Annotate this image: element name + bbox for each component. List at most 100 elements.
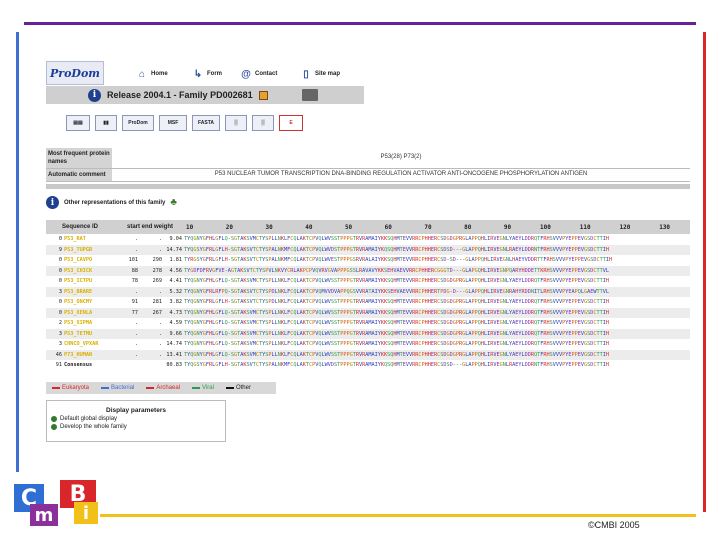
- legend-swatch: [101, 387, 110, 389]
- sequence-id[interactable]: P73_HUMAN: [62, 352, 114, 358]
- sequence-residues: TYQGNYGFHLGFLQ-SGTAKSVMCTYSPLLNKLFCQLAKT…: [184, 309, 609, 316]
- nav-contact[interactable]: @ Contact: [240, 68, 277, 80]
- sequence-id[interactable]: P53_CAVPO: [62, 257, 114, 263]
- alignment-row[interactable]: 46 P73_HUMAN.. 13.41 TYQGNYGFHLGFLQ-SGTAKSV…: [46, 349, 690, 360]
- row-weight: 14.74: [166, 246, 182, 253]
- sequence-residues: TYQGNYGFHLGFLQ-SGTAKSVMCTYSPLLNKLFCQLAKT…: [184, 278, 609, 285]
- sequence-id[interactable]: P53_BRARE: [62, 289, 114, 295]
- printer-icon[interactable]: [302, 89, 318, 101]
- prodom-logo[interactable]: ProDom: [46, 61, 104, 85]
- sequence-residues: TYQGSYGFRLGFLH-SGTAKSVTCTYSPALNKMFCQLAKT…: [184, 246, 609, 253]
- row-end: .: [158, 320, 162, 327]
- alignment-header: Sequence ID start end weight 10 20 30 40…: [46, 220, 690, 234]
- sequence-id[interactable]: P53_XIPMA: [62, 320, 114, 326]
- right-rule: [703, 32, 706, 512]
- copyright-text: ©CMBI 2005: [588, 520, 640, 530]
- row-weight: 4.73: [169, 309, 183, 316]
- row-start: .: [134, 341, 138, 348]
- develop-family-option[interactable]: Develop the whole family: [51, 424, 225, 430]
- legend-label: Eukaryota: [62, 385, 90, 391]
- tool-graphic-button[interactable]: ▤▤: [66, 115, 90, 131]
- sequence-id[interactable]: P53_TETMU: [62, 331, 114, 337]
- tool-msf-button[interactable]: MSF: [159, 115, 187, 131]
- alignment-rows: 0 P53_RAT.. 9.04 TYQGNYGFHLGFLQ-SGTAKSVMCTY…: [46, 234, 690, 371]
- sequence-id[interactable]: CHNCO_VPXAR: [62, 341, 114, 347]
- seqid-header: Sequence ID: [61, 224, 98, 230]
- row-weight: 9.66: [169, 330, 183, 337]
- sequence-id[interactable]: P53_CHICK: [62, 268, 114, 274]
- tool-hmm-button[interactable]: ▒: [225, 115, 247, 131]
- sequence-id[interactable]: P53_TUPGB: [62, 247, 114, 253]
- tool-esp-button[interactable]: E: [279, 115, 303, 131]
- row-end: 267: [152, 309, 162, 316]
- row-weight: 4.56: [169, 267, 183, 274]
- tool-domain-button[interactable]: ▮▮: [95, 115, 117, 131]
- row-end: 269: [152, 278, 162, 285]
- row-end: 281: [152, 299, 162, 306]
- family-icon[interactable]: [258, 90, 268, 100]
- row-start: .: [134, 330, 138, 337]
- auto-comment-label: Automatic comment: [46, 169, 112, 181]
- row-start: .: [134, 320, 138, 327]
- default-display-label: Default global display: [60, 416, 118, 422]
- nav-home-label: Home: [151, 71, 168, 77]
- radio-icon[interactable]: [51, 424, 57, 430]
- sequence-residues: TYQGNYGFHLGFLQ-SGTAKSVMCTYSPLLNKLFCQLAKT…: [184, 320, 609, 327]
- start-end-weight-header: start end weight: [126, 224, 173, 230]
- other-representations: i Other representations of this family ♣: [46, 196, 188, 209]
- alignment-row[interactable]: 0 P53_RAT.. 9.04 TYQGNYGFHLGFLQ-SGTAKSVMCTY…: [46, 234, 690, 245]
- sequence-id[interactable]: P53_ONCMY: [62, 299, 114, 305]
- legend-label: Bacterial: [111, 385, 135, 391]
- row-weight: 9.04: [169, 236, 183, 243]
- alignment-row[interactable]: 2 P53_XIPMA.. 4.59 TYQGNYGFHLGFLQ-SGTAKSVMC…: [46, 318, 690, 329]
- nav-form[interactable]: ↳ Form: [192, 68, 222, 80]
- row-start: .: [134, 288, 138, 295]
- alignment-row[interactable]: 0 P53_CHICK 88 278 4.56 TYGDFDFRVGFVE-AGTAKSV…: [46, 265, 690, 276]
- row-count: 3: [58, 341, 62, 348]
- legend-item: Archaeal: [146, 385, 180, 391]
- at-icon: @: [241, 68, 251, 80]
- alignment-row[interactable]: 0 P53_XENLA 77 267 4.73 TYQGNYGFHLGFLQ-SGTAKS…: [46, 307, 690, 318]
- alignment-row[interactable]: 91 Consensus 80.83 TYQGSYGFRLGFLH-SGTAKSVTC…: [46, 360, 690, 371]
- row-count: 3: [58, 288, 62, 295]
- row-start: .: [134, 236, 138, 243]
- row-start: 101: [128, 257, 138, 264]
- nav-home[interactable]: ⌂ Home: [136, 68, 168, 80]
- alignment-row[interactable]: 0 P53_CAVPO 101 290 1.81 TYRGSYGFRLGFLH-SGTAK…: [46, 255, 690, 266]
- radio-icon[interactable]: [51, 416, 57, 422]
- sequence-id[interactable]: P53_RAT: [62, 236, 114, 242]
- tree-icon[interactable]: ♣: [170, 197, 188, 209]
- alignment-row[interactable]: 9 P53_TUPGB.. 14.74 TYQGSYGFRLGFLH-SGTAKSVT…: [46, 244, 690, 255]
- alignment-row[interactable]: 0 P53_ONCMY 91 281 3.82 TYQGNYGFRLGFLH-SGTAKS…: [46, 297, 690, 308]
- display-title: Display parameters: [106, 407, 166, 414]
- tool-profile-button[interactable]: ▒: [252, 115, 274, 131]
- legend-item: Viral: [192, 385, 214, 391]
- row-count: 0: [58, 267, 62, 274]
- tool-prodom-button[interactable]: ProDom: [122, 115, 154, 131]
- sequence-id[interactable]: P53_XENLA: [62, 310, 114, 316]
- alignment-row[interactable]: 3 P53_TETMU.. 9.66 TYQGNYGFHLGFLQ-SGTAKSVMC…: [46, 328, 690, 339]
- sequence-id[interactable]: P53_ICTPU: [62, 278, 114, 284]
- tool-fasta-button[interactable]: FASTA: [192, 115, 220, 131]
- alignment-row[interactable]: 0 P53_ICTPU 78 269 4.41 TYQGNYGFHLGFLQ-SGTAKS…: [46, 276, 690, 287]
- row-count: 0: [58, 309, 62, 316]
- auto-comment-row: Automatic comment P53 NUCLEAR TUMOR TRAN…: [46, 169, 690, 182]
- most-frequent-value: P53(28) P73(2): [380, 154, 422, 160]
- info-icon[interactable]: i: [88, 88, 101, 102]
- sequence-residues: TYQGSYGFRLGFLH-SGTAKSVTCTYSPALNKMFCQLAKT…: [184, 362, 609, 369]
- info-icon[interactable]: i: [46, 196, 59, 209]
- display-parameters-panel: Display parameters Default global displa…: [46, 400, 226, 442]
- row-count: 9: [58, 246, 62, 253]
- alignment-row[interactable]: 3 P53_BRARE.. 5.32 TYQGNYGFRLRFPQ-SGTAKSVTC…: [46, 286, 690, 297]
- row-end: .: [158, 330, 162, 337]
- legend-label: Archaeal: [156, 385, 181, 391]
- alignment-row[interactable]: 3 CHNCO_VPXAR.. 14.74 TYQGNYGFHLGFLQ-SGTAKS…: [46, 339, 690, 350]
- legend-items: Eukaryota Bacterial Archaeal Viral Other: [52, 385, 251, 391]
- row-weight: 80.83: [166, 362, 182, 369]
- position-ruler: 10 20 30 40 50 60 70 80 90 100 110 120 1…: [186, 223, 671, 231]
- row-end: .: [158, 351, 162, 358]
- default-display-option[interactable]: Default global display: [51, 416, 225, 422]
- nav-sitemap[interactable]: ▯ Site map: [300, 68, 340, 80]
- sequence-id[interactable]: Consensus: [62, 362, 114, 368]
- bottom-rule: [100, 514, 696, 517]
